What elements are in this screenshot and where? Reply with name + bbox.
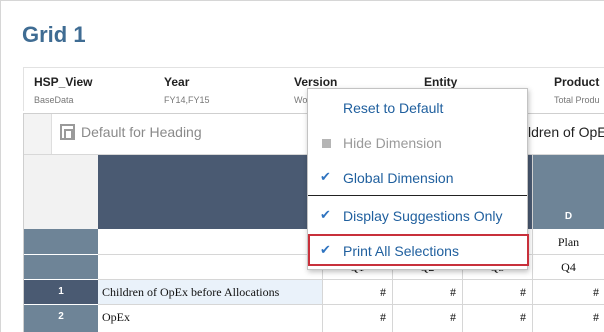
- menu-item-display-suggestions-only[interactable]: ✔ Display Suggestions Only: [308, 203, 527, 229]
- pov-dimension-name: Year: [164, 75, 190, 89]
- column-header-plan: Plan: [557, 235, 580, 249]
- data-cell[interactable]: #: [392, 304, 462, 332]
- heading-layout-icon: [60, 124, 75, 140]
- grid-line: [98, 279, 604, 280]
- data-cell[interactable]: #: [532, 304, 604, 332]
- default-heading-button[interactable]: Default for Heading: [60, 124, 202, 140]
- data-cell[interactable]: #: [462, 304, 532, 332]
- pov-dimension-name: Entity: [424, 75, 458, 89]
- menu-item-hide-dimension: Hide Dimension: [308, 130, 527, 156]
- row-number[interactable]: 2: [24, 304, 98, 332]
- grid-line: [24, 279, 98, 280]
- row-member-label[interactable]: OpEx: [98, 304, 322, 332]
- column-header-d[interactable]: D: [532, 155, 604, 229]
- default-heading-label: Default for Heading: [81, 124, 202, 140]
- checkmark-icon: ✔: [320, 169, 331, 184]
- page-title: Grid 1: [22, 22, 86, 47]
- pov-dimension-name: Product: [554, 75, 600, 89]
- column-header-q4: Q4: [561, 260, 576, 274]
- checkmark-icon: ✔: [320, 207, 331, 222]
- pov-dimension-hsp-view[interactable]: HSP_View BaseData: [34, 75, 92, 105]
- row-header-spacer: [24, 254, 98, 279]
- pov-dimension-name: HSP_View: [34, 75, 93, 89]
- grid-line: [24, 304, 98, 305]
- pov-dimension-year[interactable]: Year FY14,FY15: [164, 75, 210, 105]
- data-cell[interactable]: #: [462, 279, 532, 304]
- pov-dimension-value: FY14,FY15: [164, 95, 210, 105]
- pov-dimension-value: Total Produ: [554, 95, 600, 105]
- dimension-context-menu: Reset to Default Hide Dimension ✔ Global…: [307, 88, 529, 270]
- menu-item-label: Hide Dimension: [343, 135, 442, 151]
- menu-item-label: Display Suggestions Only: [343, 208, 503, 224]
- corner-cell: [24, 155, 98, 229]
- menu-separator: [308, 195, 527, 196]
- pov-dimension-value: BaseData: [34, 95, 74, 105]
- grid-line: [98, 304, 604, 305]
- data-cell[interactable]: #: [322, 279, 392, 304]
- data-cell[interactable]: #: [322, 304, 392, 332]
- highlight-box: [308, 234, 529, 266]
- member-selector[interactable]: ldren of OpE: [528, 124, 604, 140]
- menu-item-label: Global Dimension: [343, 170, 454, 186]
- disabled-square-icon: [322, 139, 331, 148]
- toolbar-lead-cell: [24, 114, 52, 154]
- menu-item-label: Reset to Default: [343, 100, 444, 116]
- data-cell[interactable]: #: [532, 279, 604, 304]
- menu-item-reset-to-default[interactable]: Reset to Default: [308, 95, 527, 121]
- row-number[interactable]: 1: [24, 279, 98, 304]
- pov-dimension-product[interactable]: Product Total Produ: [554, 75, 600, 105]
- row-member-label[interactable]: Children of OpEx before Allocations: [98, 279, 322, 304]
- menu-item-global-dimension[interactable]: ✔ Global Dimension: [308, 165, 527, 191]
- data-cell[interactable]: #: [392, 279, 462, 304]
- grid-line: [532, 155, 533, 332]
- row-header-spacer: [24, 229, 98, 254]
- grid-line: [24, 254, 98, 255]
- pov-dimension-name: Version: [294, 75, 338, 89]
